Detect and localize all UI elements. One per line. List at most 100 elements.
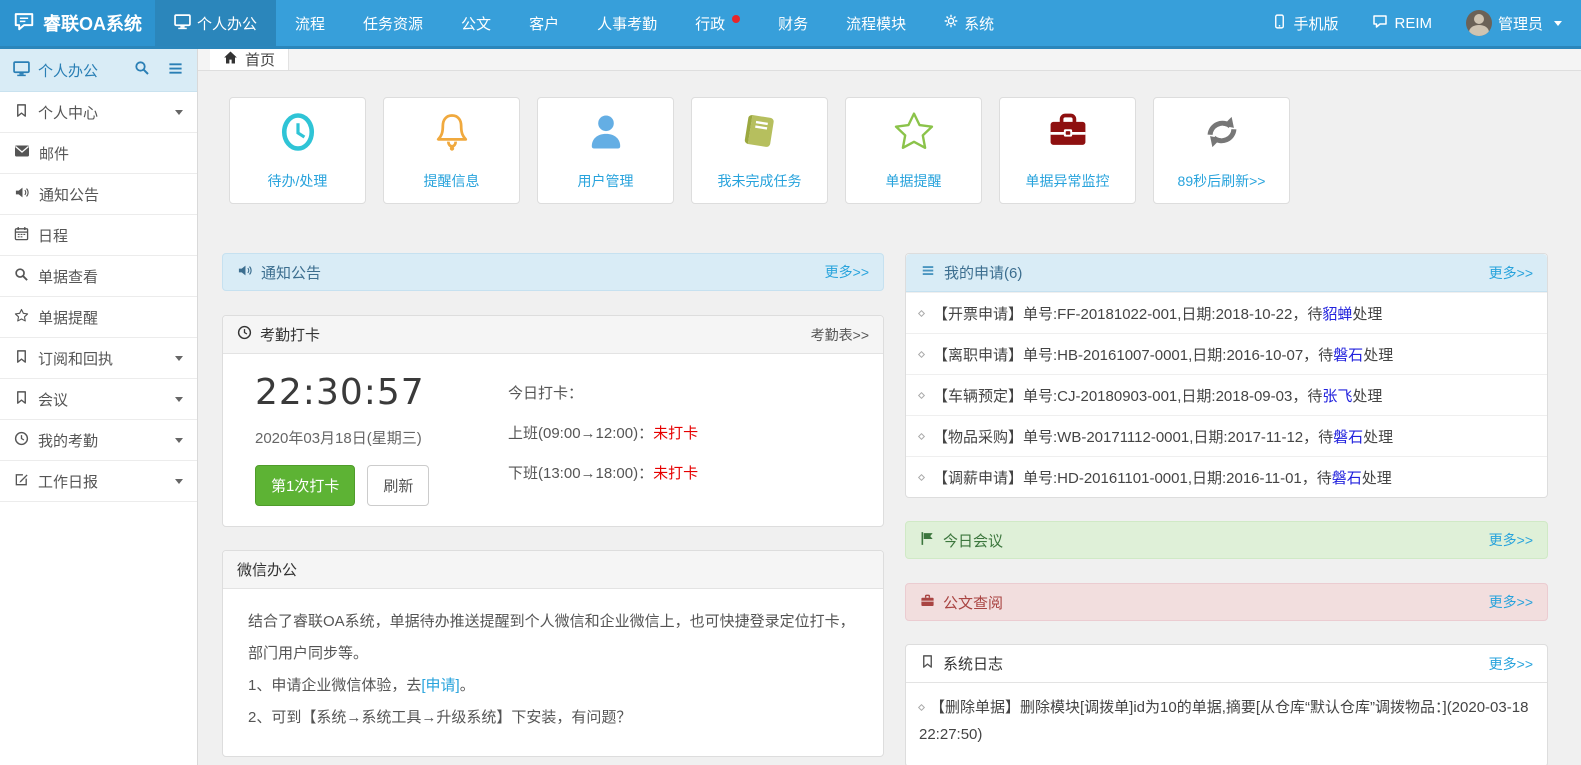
sidebar-item-notice[interactable]: 通知公告 — [0, 174, 197, 215]
meetings-panel-title: 今日会议 — [943, 530, 1003, 551]
user-menu[interactable]: 管理员 — [1449, 0, 1579, 46]
envelope-icon — [14, 144, 30, 162]
speaker-icon — [237, 263, 253, 282]
card-unfinished-tasks[interactable]: 我未完成任务 — [691, 97, 828, 204]
syslog-panel-header: 系统日志 更多>> — [906, 645, 1547, 683]
bookmark-icon — [920, 654, 935, 673]
briefcase-icon — [1046, 110, 1090, 159]
diamond-bullet-icon — [918, 350, 925, 357]
meetings-panel-header: 今日会议 更多>> — [905, 521, 1548, 559]
calendar-icon — [14, 226, 29, 245]
sidebar-item-doc-remind[interactable]: 单据提醒 — [0, 297, 197, 338]
wechat-step-2: 2、可到【系统→系统工具→升级系统】下安装，有问题？ — [248, 702, 858, 734]
applications-more-link[interactable]: 更多>> — [1489, 263, 1533, 283]
speaker-icon — [14, 185, 30, 204]
sidebar-item-daily-report[interactable]: 工作日报 — [0, 461, 197, 502]
chat-icon — [1372, 13, 1388, 33]
tab-home[interactable]: 首页 — [210, 49, 289, 70]
notification-dot — [732, 15, 740, 23]
today-punch-label: 今日打卡： — [508, 382, 859, 403]
nav-item-official-doc[interactable]: 公文 — [442, 0, 510, 46]
applications-panel-header: 我的申请(6) 更多>> — [906, 254, 1547, 292]
card-doc-remind[interactable]: 单据提醒 — [845, 97, 982, 204]
chevron-down-icon — [1554, 21, 1562, 26]
sidebar-item-my-attendance[interactable]: 我的考勤 — [0, 420, 197, 461]
diamond-bullet-icon — [918, 432, 925, 439]
reim-button[interactable]: REIM — [1355, 0, 1449, 46]
mobile-version-button[interactable]: 手机版 — [1255, 0, 1355, 46]
star-icon — [891, 110, 937, 159]
wechat-body: 结合了睿联OA系统，单据待办推送提醒到个人微信和企业微信上，也可快捷登录定位打卡… — [223, 589, 883, 756]
apply-link[interactable]: [申请] — [421, 677, 459, 694]
syslog-row[interactable]: 【删除单据】删除模块[调拨单]id为10的单据,摘要[从仓库“默认仓库”调拨物品… — [906, 683, 1547, 765]
attendance-panel: 考勤打卡 考勤表>> 22:30:57 2020年03月18日(星期三) 第1次… — [222, 315, 884, 527]
card-user-management[interactable]: 用户管理 — [537, 97, 674, 204]
application-row[interactable]: 【离职申请】单号:HB-20161007-0001,日期:2016-10-07，… — [906, 333, 1547, 374]
handler-link[interactable]: 磐石 — [1332, 470, 1362, 487]
application-row[interactable]: 【开票申请】单号:FF-20181022-001,日期:2018-10-22，待… — [906, 292, 1547, 333]
desktop-icon — [13, 60, 30, 81]
nav-item-task-resource[interactable]: 任务资源 — [344, 0, 442, 46]
application-row[interactable]: 【调薪申请】单号:HD-20161101-0001,日期:2016-11-01，… — [906, 456, 1547, 497]
bookmark-icon — [14, 390, 29, 409]
wechat-panel-header: 微信办公 — [223, 551, 883, 589]
notice-more-link[interactable]: 更多>> — [825, 262, 869, 282]
sidebar: 个人办公 个人中心 邮件 通知公告 日程 单据查看 — [0, 49, 198, 765]
wechat-step-1: 1、申请企业微信体验，去[申请]。 — [248, 670, 858, 702]
bell-icon — [430, 110, 474, 159]
search-icon[interactable] — [134, 60, 150, 80]
card-doc-anomaly-monitor[interactable]: 单据异常监控 — [999, 97, 1136, 204]
refresh-button[interactable]: 刷新 — [367, 465, 429, 506]
nav-item-system[interactable]: 系统 — [925, 0, 1013, 46]
card-todo[interactable]: 待办/处理 — [229, 97, 366, 204]
handler-link[interactable]: 张飞 — [1322, 388, 1352, 405]
menu-icon[interactable] — [167, 61, 184, 80]
afternoon-shift-status: 未打卡 — [653, 465, 698, 482]
tab-bar: 首页 — [198, 49, 1581, 71]
card-refresh-countdown[interactable]: 89秒后刷新>> — [1153, 97, 1290, 204]
wechat-description: 结合了睿联OA系统，单据待办推送提醒到个人微信和企业微信上，也可快捷登录定位打卡… — [248, 606, 858, 670]
nav-item-flow-module[interactable]: 流程模块 — [827, 0, 925, 46]
nav-item-hr-attendance[interactable]: 人事考勤 — [578, 0, 676, 46]
syslog-more-link[interactable]: 更多>> — [1489, 654, 1533, 674]
list-icon — [920, 264, 936, 282]
sidebar-item-meeting[interactable]: 会议 — [0, 379, 197, 420]
sidebar-item-subscribe[interactable]: 订阅和回执 — [0, 338, 197, 379]
documents-more-link[interactable]: 更多>> — [1489, 592, 1533, 612]
application-row[interactable]: 【物品采购】单号:WB-20171112-0001,日期:2017-11-12，… — [906, 415, 1547, 456]
attendance-panel-header: 考勤打卡 考勤表>> — [223, 316, 883, 354]
afternoon-shift-row: 下班(13:00→18:00)：未打卡 — [508, 462, 859, 483]
handler-link[interactable]: 磐石 — [1333, 347, 1363, 364]
attendance-sheet-link[interactable]: 考勤表>> — [811, 325, 869, 345]
syslog-panel-title: 系统日志 — [943, 653, 1003, 674]
nav-item-workflow[interactable]: 流程 — [276, 0, 344, 46]
handler-link[interactable]: 磐石 — [1333, 429, 1363, 446]
refresh-icon — [1200, 110, 1244, 159]
edit-icon — [14, 472, 29, 491]
current-date: 2020年03月18日(星期三) — [255, 427, 508, 448]
card-reminders[interactable]: 提醒信息 — [383, 97, 520, 204]
bookmark-icon — [14, 103, 29, 122]
sidebar-item-mail[interactable]: 邮件 — [0, 133, 197, 174]
chevron-down-icon — [175, 438, 183, 443]
nav-item-customer[interactable]: 客户 — [510, 0, 578, 46]
sidebar-item-doc-view[interactable]: 单据查看 — [0, 256, 197, 297]
sidebar-item-schedule[interactable]: 日程 — [0, 215, 197, 256]
nav-item-personal-office[interactable]: 个人办公 — [155, 0, 276, 46]
wechat-panel-title: 微信办公 — [237, 559, 297, 580]
meetings-more-link[interactable]: 更多>> — [1489, 530, 1533, 550]
application-row[interactable]: 【车辆预定】单号:CJ-20180903-001,日期:2018-09-03，待… — [906, 374, 1547, 415]
nav-item-finance[interactable]: 财务 — [759, 0, 827, 46]
app-logo[interactable]: 睿联OA系统 — [0, 0, 155, 46]
nav-item-administration[interactable]: 行政 — [676, 0, 759, 46]
handler-link[interactable]: 貂蝉 — [1322, 306, 1352, 323]
desktop-icon — [174, 13, 191, 34]
syslog-panel: 系统日志 更多>> 【删除单据】删除模块[调拨单]id为10的单据,摘要[从仓库… — [905, 644, 1548, 765]
sidebar-title: 个人办公 — [38, 60, 98, 81]
quick-cards-row: 待办/处理 提醒信息 用户管理 我未完成任务 — [229, 97, 1548, 204]
applications-panel: 我的申请(6) 更多>> 【开票申请】单号:FF-20181022-001,日期… — [905, 253, 1548, 498]
user-icon — [584, 110, 628, 159]
sidebar-item-personal-center[interactable]: 个人中心 — [0, 92, 197, 133]
punch-in-button[interactable]: 第1次打卡 — [255, 465, 355, 506]
applications-panel-title: 我的申请(6) — [944, 262, 1022, 283]
